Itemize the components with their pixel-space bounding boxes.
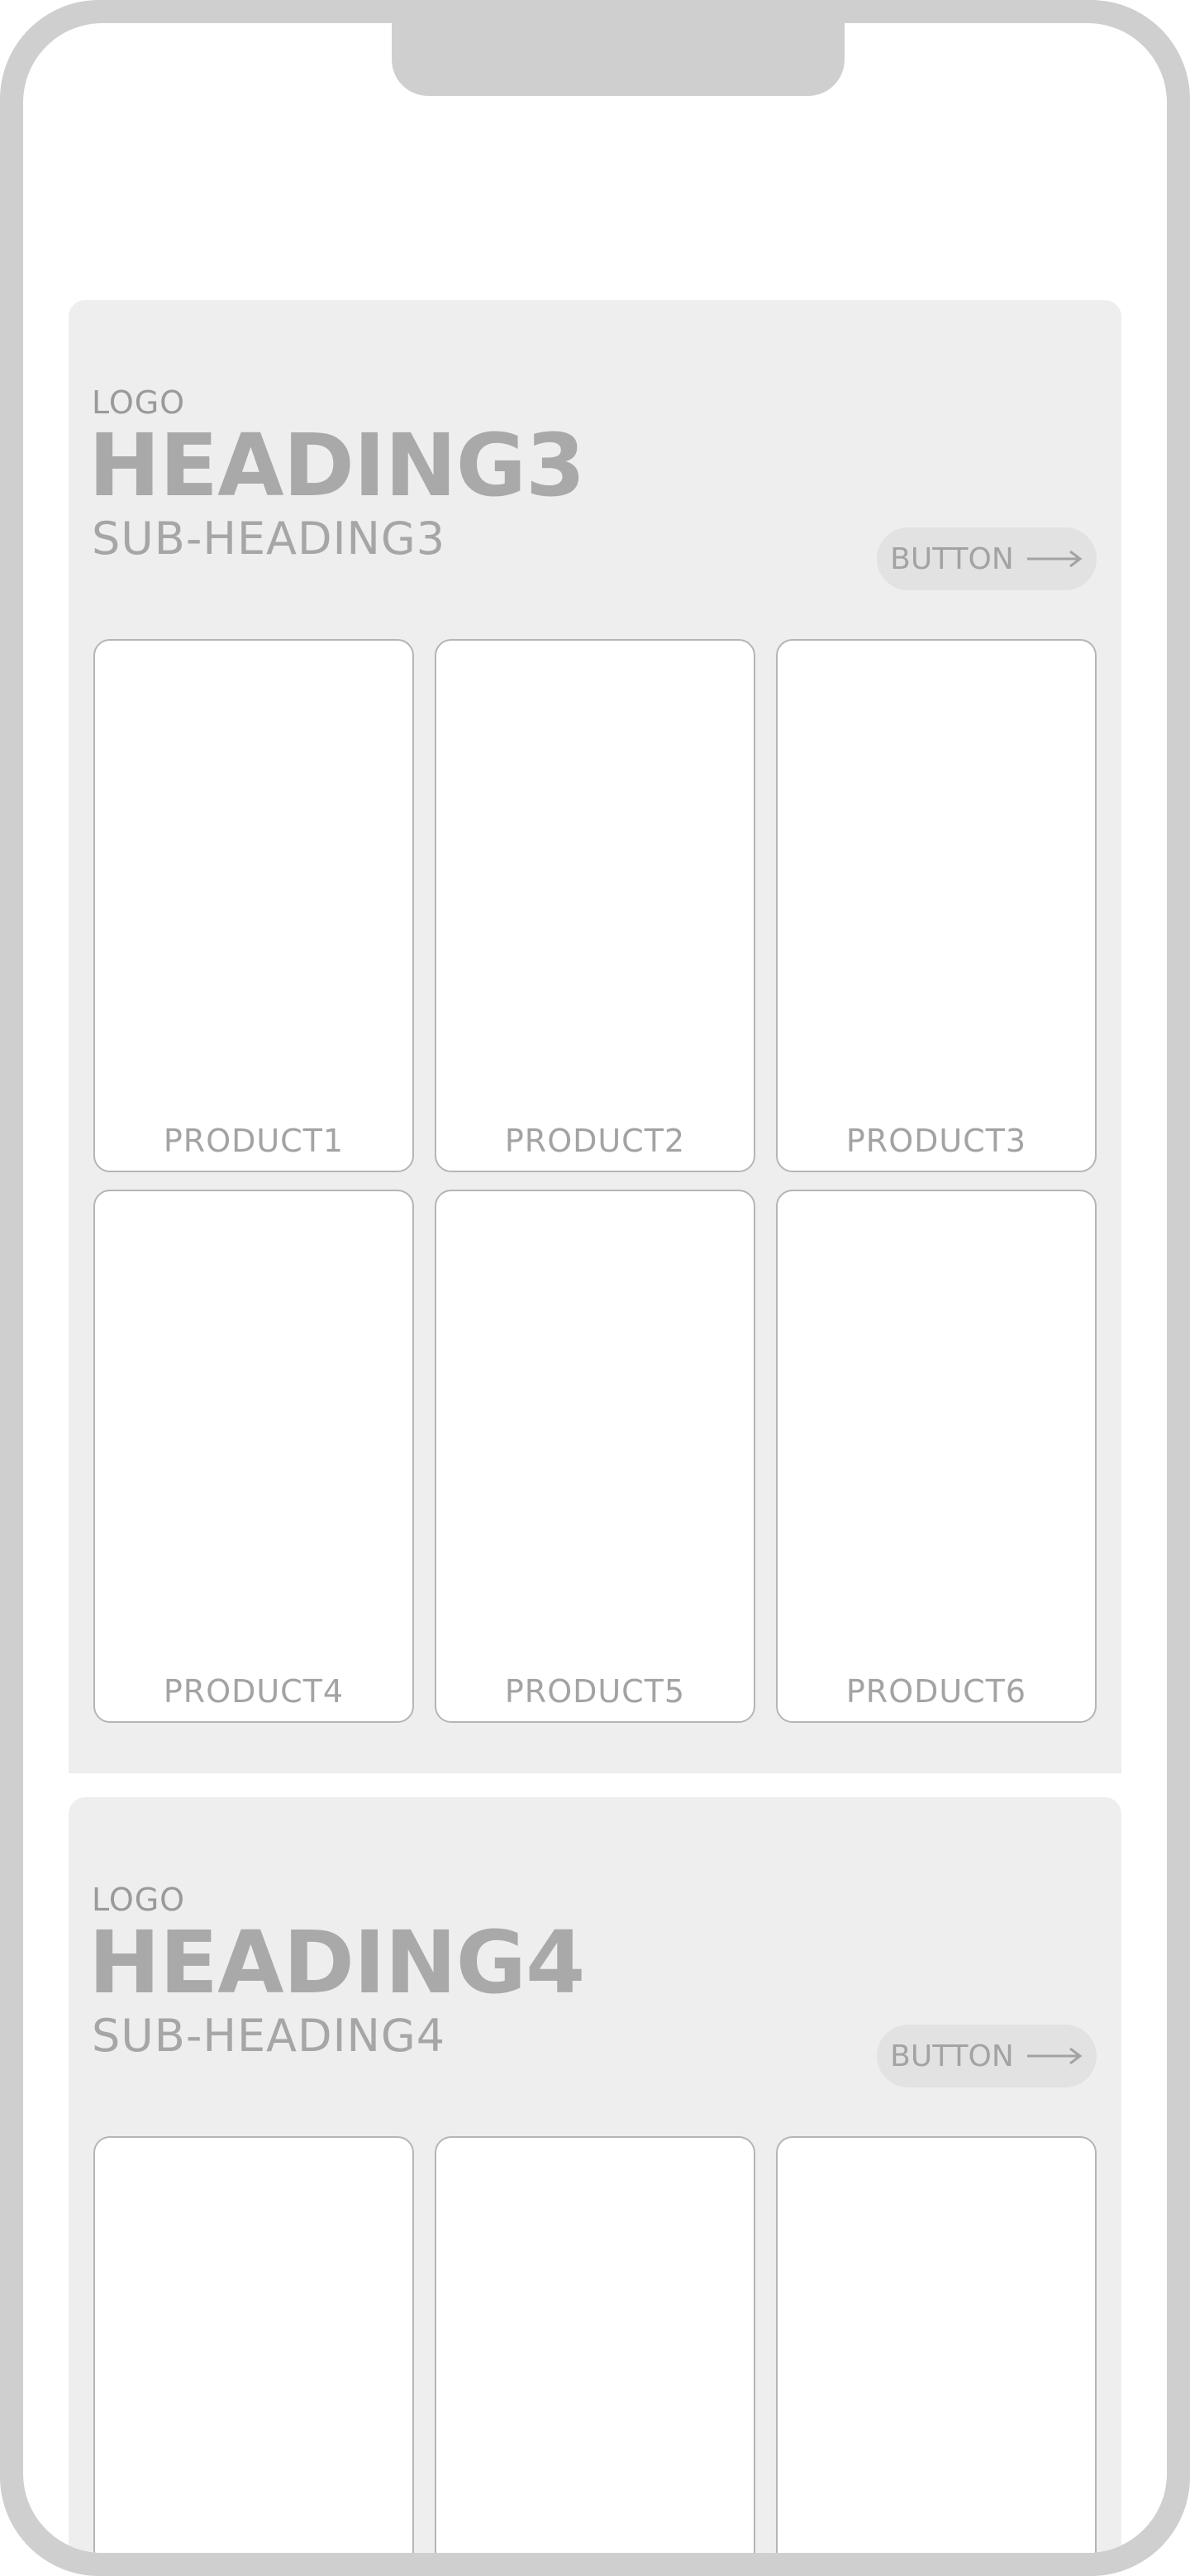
arrow-right-icon — [1026, 550, 1083, 568]
arrow-right-icon — [1026, 2047, 1083, 2065]
product-card[interactable]: PRODUCT3 — [776, 639, 1097, 1172]
product-card[interactable]: PRODUCT5 — [435, 1190, 755, 1723]
section-button[interactable]: BUTTON — [877, 527, 1097, 590]
section-button[interactable]: BUTTON — [877, 2025, 1097, 2087]
product-card[interactable]: PRODUCT6 — [776, 1190, 1097, 1723]
section-heading: HEADING4 — [88, 1912, 585, 2013]
product-grid: PRODUCT1 PRODUCT2 PRODUCT3 PRODUCT4 PROD… — [93, 639, 1097, 1723]
section-heading: HEADING3 — [88, 415, 585, 516]
phone-screen: LOGO HEADING3 SUB-HEADING3 BUTTON PRODUC… — [23, 23, 1167, 2553]
section-subheading: SUB-HEADING3 — [92, 513, 446, 565]
section-subheading: SUB-HEADING4 — [92, 2010, 446, 2062]
product-label: PRODUCT6 — [845, 1673, 1027, 1710]
product-card[interactable]: PRODUCT4 — [93, 1190, 414, 1723]
product-label: PRODUCT5 — [504, 1673, 686, 1710]
product-section-1: LOGO HEADING3 SUB-HEADING3 BUTTON PRODUC… — [69, 300, 1121, 1773]
product-label: PRODUCT1 — [163, 1123, 345, 1159]
product-card[interactable]: PRODUCT2 — [435, 639, 755, 1172]
product-card[interactable] — [776, 2136, 1097, 2553]
product-label: PRODUCT2 — [504, 1123, 686, 1159]
section-logo: LOGO — [92, 1882, 186, 1918]
product-section-2: LOGO HEADING4 SUB-HEADING4 BUTTON — [69, 1797, 1121, 2553]
product-label: PRODUCT4 — [163, 1673, 345, 1710]
product-label: PRODUCT3 — [845, 1123, 1027, 1159]
phone-frame: LOGO HEADING3 SUB-HEADING3 BUTTON PRODUC… — [0, 0, 1190, 2576]
phone-notch — [392, 23, 845, 96]
product-card[interactable] — [93, 2136, 414, 2553]
section-button-label: BUTTON — [890, 2039, 1014, 2073]
product-grid — [93, 2136, 1097, 2553]
product-card[interactable]: PRODUCT1 — [93, 639, 414, 1172]
section-button-label: BUTTON — [890, 541, 1014, 576]
section-logo: LOGO — [92, 384, 186, 421]
product-card[interactable] — [435, 2136, 755, 2553]
